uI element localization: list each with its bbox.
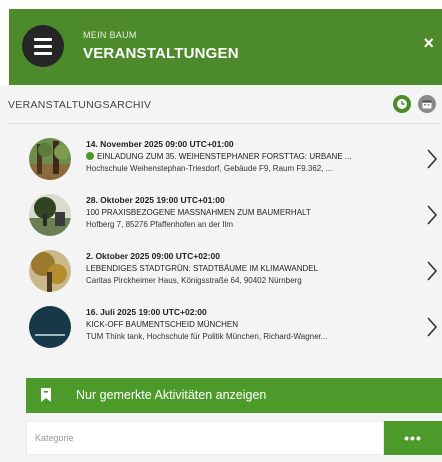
logo-photo-icon	[29, 306, 71, 348]
event-thumbnail	[29, 250, 71, 292]
event-item[interactable]: 2. Oktober 2025 09:00 UTC+02:00 LEBENDIG…	[8, 245, 442, 297]
tree-photo-icon	[29, 194, 71, 236]
category-input[interactable]: Kategorie	[26, 421, 384, 455]
menu-button[interactable]	[22, 25, 64, 67]
hamburger-menu-icon	[34, 37, 52, 41]
event-thumbnail	[29, 194, 71, 236]
event-thumbnail	[29, 306, 71, 348]
bookmark-icon	[41, 388, 51, 402]
calendar-button[interactable]	[418, 95, 436, 113]
forest-photo-icon	[29, 138, 71, 180]
clock-icon	[397, 99, 407, 109]
bookmarked-only-toggle[interactable]: Nur gemerkte Aktivitäten anzeigen	[26, 378, 442, 413]
event-date: 14. November 2025 09:00 UTC+01:00	[86, 139, 234, 149]
event-title: EINLADUNG ZUM 35. WEIHENSTEPHANER FORSTT…	[86, 152, 416, 161]
page-title: VERANSTALTUNGEN	[83, 45, 239, 62]
clock-button[interactable]	[393, 95, 411, 113]
header-subtitle: MEIN BAUM	[83, 30, 137, 40]
chevron-right-icon	[427, 205, 438, 225]
event-date: 28. Oktober 2025 19:00 UTC+01:00	[86, 195, 225, 205]
event-location: TUM Think tank, Hochschule für Politik M…	[86, 332, 328, 341]
event-item[interactable]: 14. November 2025 09:00 UTC+01:00 EINLAD…	[8, 133, 442, 185]
calendar-icon	[422, 100, 432, 109]
event-location: Hochschule Weihenstephan-Triesdorf, Gebä…	[86, 164, 333, 173]
autumn-tree-photo-icon	[29, 250, 71, 292]
event-item[interactable]: 28. Oktober 2025 19:00 UTC+01:00 100 PRA…	[8, 189, 442, 241]
category-options-button[interactable]: •••	[384, 421, 442, 455]
chevron-right-icon	[427, 149, 438, 169]
event-title: KICK-OFF BAUMENTSCHEID MÜNCHEN	[86, 320, 239, 329]
event-title: LEBENDIGES STADTGRÜN: STADTBÄUME IM KLIM…	[86, 264, 319, 273]
event-title: 100 PRAXISBEZOGENE MASSNAHMEN ZUM BAUMER…	[86, 208, 311, 217]
close-button[interactable]: ×	[423, 33, 434, 54]
event-location: Caritas Pirckheimer Haus, Königsstraße 6…	[86, 276, 302, 285]
bookmark-label: Nur gemerkte Aktivitäten anzeigen	[76, 388, 267, 402]
events-panel: VERANSTALTUNGSARCHIV 14. November 2025 0…	[0, 85, 442, 462]
status-dot	[86, 152, 94, 160]
event-location: Hofberg 7, 85276 Pfaffenhofen an der Ilm	[86, 220, 234, 229]
app-header: MEIN BAUM VERANSTALTUNGEN ×	[9, 9, 442, 85]
divider	[8, 123, 440, 124]
event-date: 16. Juli 2025 19:00 UTC+02:00	[86, 307, 207, 317]
chevron-right-icon	[427, 317, 438, 337]
event-item[interactable]: 16. Juli 2025 19:00 UTC+02:00 KICK-OFF B…	[8, 301, 442, 353]
section-title: VERANSTALTUNGSARCHIV	[8, 99, 152, 111]
event-date: 2. Oktober 2025 09:00 UTC+02:00	[86, 251, 220, 261]
chevron-right-icon	[427, 261, 438, 281]
event-thumbnail	[29, 138, 71, 180]
